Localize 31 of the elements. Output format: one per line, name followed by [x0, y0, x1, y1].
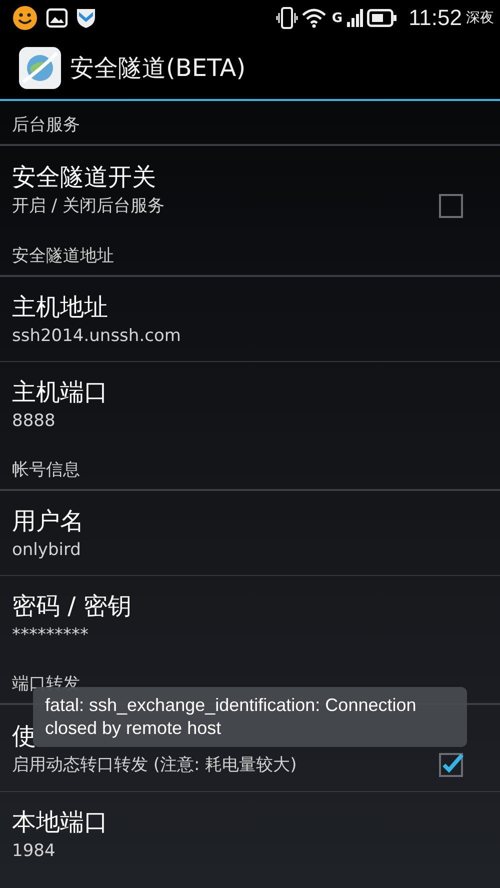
- category-header: 后台服务: [0, 101, 500, 146]
- preference-title[interactable]: 主机地址: [12, 290, 181, 324]
- preference-summary: 启用动态转口转发 (注意: 耗电量较大): [12, 754, 297, 777]
- preference-summary: 8888: [12, 410, 56, 433]
- vibrate-icon: [276, 6, 298, 30]
- preference-summary: 1984: [12, 840, 56, 863]
- preference-title[interactable]: 密码 / 密钥: [12, 589, 132, 623]
- category-header: 帐号信息: [0, 446, 500, 491]
- checkbox[interactable]: [438, 193, 464, 219]
- preference-title[interactable]: 安全隧道开关: [12, 160, 165, 194]
- preference-summary: 开启 / 关闭后台服务: [12, 195, 165, 218]
- signal-icon: [346, 8, 363, 28]
- preference-summary: *********: [12, 624, 90, 647]
- category-header: 安全隧道地址: [0, 232, 500, 277]
- preference-summary: onlybird: [12, 539, 82, 562]
- app-title: 安全隧道(BETA): [70, 52, 246, 84]
- shield-icon: [76, 7, 96, 29]
- preference-title[interactable]: 本地端口: [12, 805, 108, 839]
- time-period-label: 深夜: [466, 9, 494, 27]
- error-toast: fatal: ssh_exchange_identification: Connection closed by remote host: [33, 687, 467, 747]
- preference-title[interactable]: 用户名: [12, 504, 84, 538]
- network-type-label: G: [332, 10, 343, 26]
- image-icon: [46, 8, 68, 28]
- battery-icon: [366, 9, 397, 27]
- globe-app-icon[interactable]: [18, 46, 62, 90]
- preference-title[interactable]: 主机端口: [12, 375, 108, 409]
- clock-time: 11:52: [408, 5, 462, 31]
- preference-summary: ssh2014.unssh.com: [12, 325, 181, 348]
- wifi-icon: [302, 8, 326, 28]
- checkbox[interactable]: [438, 752, 464, 778]
- smiley-icon: [12, 5, 38, 31]
